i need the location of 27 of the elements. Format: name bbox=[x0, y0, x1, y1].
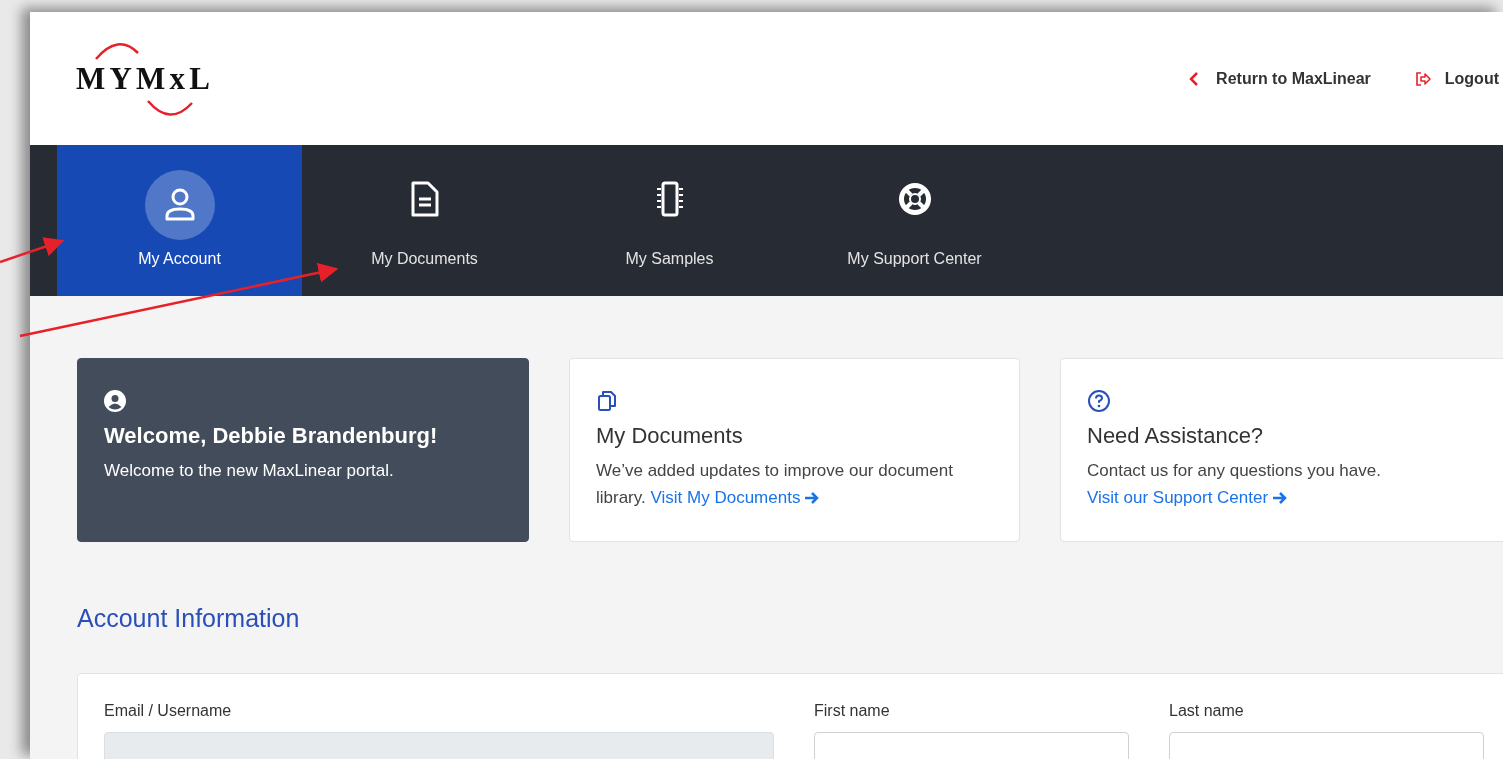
card-title: Need Assistance? bbox=[1087, 423, 1265, 449]
help-icon bbox=[1087, 389, 1111, 413]
nav-tab[interactable]: My Account bbox=[57, 145, 302, 296]
field-label: Email / Username bbox=[104, 702, 233, 720]
field-label: Last name bbox=[1169, 702, 1245, 720]
nav-tab[interactable]: My Documents bbox=[302, 145, 547, 296]
card-link[interactable]: Visit My Documents bbox=[650, 488, 820, 507]
card-title: My Documents bbox=[596, 423, 744, 449]
logout-link[interactable]: Logout bbox=[1414, 69, 1499, 88]
nav-tab[interactable]: My Samples bbox=[547, 145, 792, 296]
card-text: Contact us for any questions you have. Visit our Support Center bbox=[1087, 460, 1382, 509]
mymxl-logo[interactable]: MYMxL bbox=[76, 38, 212, 119]
card-link[interactable]: Visit our Support Center bbox=[1087, 488, 1288, 507]
arrow-right-icon bbox=[804, 491, 820, 505]
return-link[interactable]: Return to MaxLinear bbox=[1186, 69, 1371, 88]
nav-tab[interactable]: My Support Center bbox=[792, 145, 1037, 296]
arrow-right-icon bbox=[1272, 491, 1288, 505]
copy-icon bbox=[596, 390, 618, 412]
user-icon bbox=[144, 170, 215, 240]
section-title: Account Information bbox=[77, 604, 301, 633]
field-label: First name bbox=[814, 702, 891, 720]
card-text: Welcome to the new MaxLinear portal. bbox=[104, 460, 395, 482]
document-icon bbox=[409, 179, 440, 219]
card-text: We’ve added updates to improve our document library. Visit My Documents bbox=[596, 460, 954, 509]
card-title: Welcome, Debbie Brandenburg! bbox=[104, 423, 439, 449]
user-circle-icon bbox=[104, 390, 126, 412]
logout-icon bbox=[1414, 70, 1431, 87]
